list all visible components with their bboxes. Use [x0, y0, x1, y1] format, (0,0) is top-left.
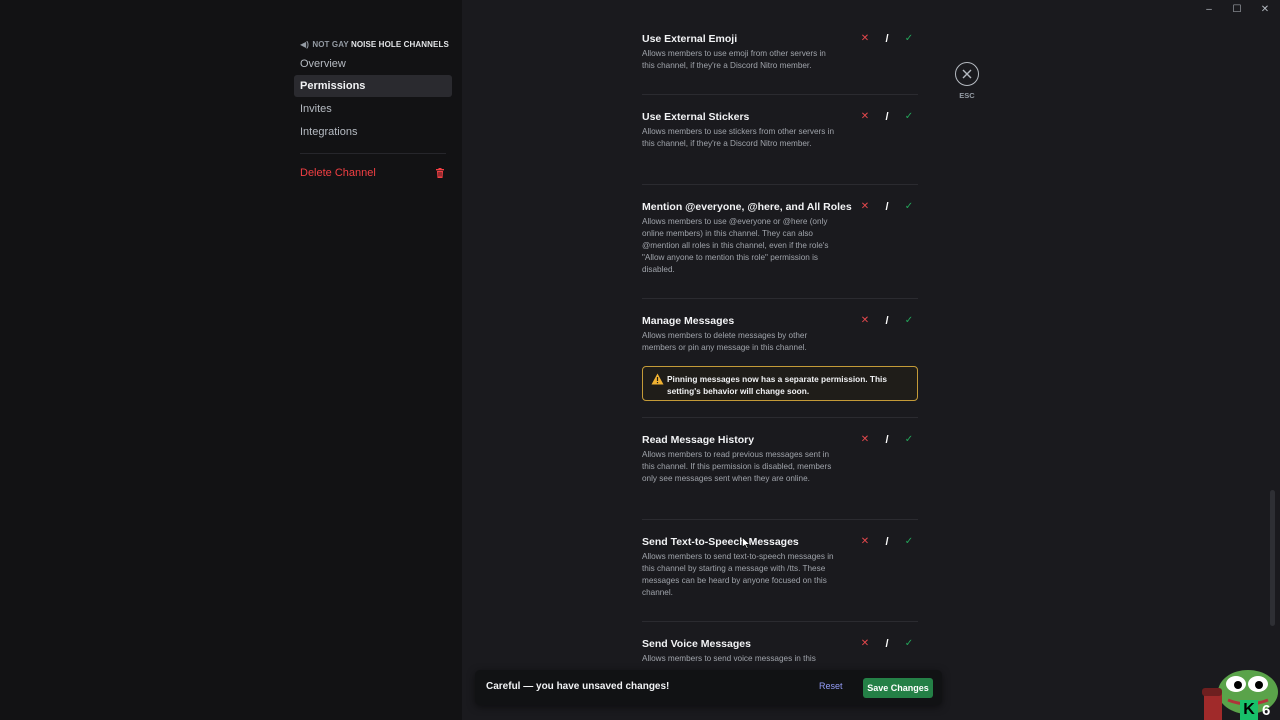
permission-row: Use External Stickers Allows members to …	[642, 110, 918, 150]
deny-icon[interactable]: ✕	[858, 314, 872, 328]
overlay-badge: K 6	[1240, 700, 1280, 720]
divider	[642, 298, 918, 299]
sidebar-item-invites[interactable]: Invites	[294, 98, 452, 120]
speaker-icon: ◀)	[300, 40, 310, 49]
neutral-icon[interactable]: /	[880, 110, 894, 124]
permission-description: Allows members to delete messages by oth…	[642, 331, 808, 352]
window-controls: – ☐ ✕	[1204, 4, 1270, 16]
allow-icon[interactable]: ✓	[902, 110, 916, 124]
deny-icon[interactable]: ✕	[858, 535, 872, 549]
reset-button[interactable]: Reset	[819, 681, 843, 691]
badge-number: 6	[1262, 702, 1271, 719]
permission-toggle-group: ✕ / ✓	[858, 314, 916, 328]
divider	[642, 417, 918, 418]
neutral-icon[interactable]: /	[880, 314, 894, 328]
permission-row: Read Message History Allows members to r…	[642, 433, 918, 485]
permission-row: Mention @everyone, @here, and All Roles …	[642, 200, 918, 276]
sidebar-item-integrations[interactable]: Integrations	[294, 121, 452, 143]
unsaved-changes-text: Careful — you have unsaved changes!	[486, 681, 670, 692]
sidebar-nav: ◀) NOT GAY NOISE HOLE CHANNELS Overview …	[294, 38, 452, 184]
delete-channel-button[interactable]: Delete Channel	[294, 162, 452, 184]
neutral-icon[interactable]: /	[880, 637, 894, 651]
close-window-icon[interactable]: ✕	[1260, 4, 1270, 16]
permission-toggle-group: ✕ / ✓	[858, 535, 916, 549]
neutral-icon[interactable]: /	[880, 535, 894, 549]
sidebar-divider	[300, 152, 446, 154]
divider	[642, 621, 918, 622]
divider	[642, 94, 918, 95]
unsaved-changes-bar: Careful — you have unsaved changes! Rese…	[475, 670, 942, 705]
allow-icon[interactable]: ✓	[902, 32, 916, 46]
permission-description: Allows members to use @everyone or @here…	[642, 217, 829, 274]
badge-letter: K	[1240, 700, 1258, 720]
sidebar-header-prefix: NOT GAY	[312, 40, 349, 49]
settings-sidebar: ◀) NOT GAY NOISE HOLE CHANNELS Overview …	[0, 0, 462, 720]
sidebar-item-permissions[interactable]: Permissions	[294, 75, 452, 98]
trash-icon	[436, 167, 444, 178]
allow-icon[interactable]: ✓	[902, 535, 916, 549]
permission-description: Allows members to send voice messages in…	[642, 654, 816, 663]
warning-banner: Pinning messages now has a separate perm…	[642, 366, 918, 401]
permission-description: Allows members to use stickers from othe…	[642, 127, 835, 148]
permission-toggle-group: ✕ / ✓	[858, 433, 916, 447]
delete-channel-label: Delete Channel	[300, 166, 376, 179]
sidebar-item-overview[interactable]: Overview	[294, 53, 452, 75]
mouse-cursor-icon	[742, 537, 750, 549]
deny-icon[interactable]: ✕	[858, 32, 872, 46]
divider	[642, 519, 918, 520]
permission-description: Allows members to read previous messages…	[642, 450, 832, 483]
save-changes-button[interactable]: Save Changes	[863, 678, 933, 698]
permission-toggle-group: ✕ / ✓	[858, 637, 916, 651]
allow-icon[interactable]: ✓	[902, 314, 916, 328]
allow-icon[interactable]: ✓	[902, 200, 916, 214]
permission-row: Manage Messages Allows members to delete…	[642, 314, 918, 354]
maximize-icon[interactable]: ☐	[1232, 4, 1242, 16]
neutral-icon[interactable]: /	[880, 433, 894, 447]
permission-toggle-group: ✕ / ✓	[858, 200, 916, 214]
scrollbar-thumb[interactable]	[1270, 490, 1275, 626]
allow-icon[interactable]: ✓	[902, 433, 916, 447]
close-icon	[962, 69, 972, 79]
sidebar-header-accent: NOISE HOLE CHANNELS	[350, 40, 449, 49]
deny-icon[interactable]: ✕	[858, 200, 872, 214]
permission-description: Allows members to send text-to-speech me…	[642, 552, 834, 597]
deny-icon[interactable]: ✕	[858, 433, 872, 447]
warning-icon	[651, 373, 664, 385]
deny-icon[interactable]: ✕	[858, 110, 872, 124]
permission-row: Send Voice Messages Allows members to se…	[642, 637, 918, 665]
allow-icon[interactable]: ✓	[902, 637, 916, 651]
permission-description: Allows members to use emoji from other s…	[642, 49, 826, 70]
warning-text: Pinning messages now has a separate perm…	[667, 374, 887, 396]
deny-icon[interactable]: ✕	[858, 637, 872, 651]
sidebar-category-header: ◀) NOT GAY NOISE HOLE CHANNELS	[294, 38, 452, 52]
permission-toggle-group: ✕ / ✓	[858, 32, 916, 46]
divider	[642, 184, 918, 185]
esc-label: ESC	[959, 91, 975, 100]
neutral-icon[interactable]: /	[880, 32, 894, 46]
minimize-icon[interactable]: –	[1204, 4, 1214, 16]
neutral-icon[interactable]: /	[880, 200, 894, 214]
permission-row: Use External Emoji Allows members to use…	[642, 32, 918, 72]
permission-row: Send Text-to-Speech Messages Allows memb…	[642, 535, 918, 599]
close-settings-button[interactable]	[955, 62, 979, 86]
permission-toggle-group: ✕ / ✓	[858, 110, 916, 124]
